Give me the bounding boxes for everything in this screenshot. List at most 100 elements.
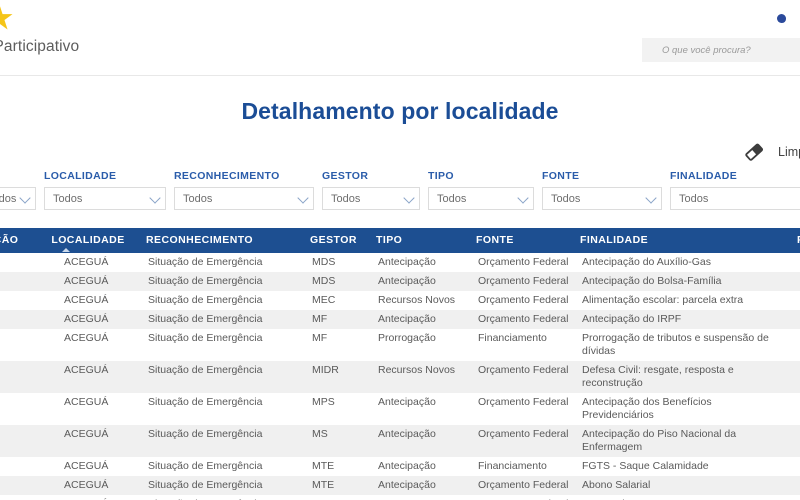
- cell-acao: [0, 495, 34, 500]
- filter-localidade: LOCALIDADE Todos: [44, 170, 174, 210]
- cell-pago: [788, 329, 800, 361]
- cell-fonte: Orçamento Federal: [478, 396, 569, 408]
- cell-tipo: Recursos Novos: [378, 364, 456, 376]
- cell-gestor: MPS: [312, 396, 335, 408]
- cell-pago: [788, 253, 800, 272]
- cell-reconhecimento: Situação de Emergência: [142, 495, 306, 500]
- chevron-down-icon: [403, 191, 415, 204]
- cell-gestor: MF: [312, 332, 328, 344]
- cell-pago: [788, 495, 800, 500]
- filter-label: FONTE: [542, 170, 580, 182]
- clear-filters-button[interactable]: Limpar filtros: [742, 140, 800, 164]
- cell-gestor: MIDR: [312, 364, 339, 376]
- cell-pago: [788, 361, 800, 393]
- filter-value: Todos: [551, 192, 581, 205]
- column-header-fonte[interactable]: FONTE: [472, 228, 576, 253]
- cell-tipo: Recursos Novos: [372, 495, 472, 500]
- filter-value: Todos: [0, 192, 17, 205]
- user-dot-icon[interactable]: [774, 12, 788, 26]
- filter-dropdown[interactable]: Todos: [670, 187, 800, 210]
- clear-filters-label: Limpar filtros: [778, 145, 800, 159]
- filter-label: GESTOR: [322, 170, 369, 182]
- table-row[interactable]: ACEGUÁ Situação de Emergência MDS Antecipaç…: [0, 272, 800, 291]
- cell-pago: [788, 457, 800, 476]
- table-row[interactable]: ACEGUÁ Situação de Emergência MTE Antecipaç…: [0, 476, 800, 495]
- page-root: ★ il Participativo Detalhamento por loca…: [0, 0, 800, 500]
- column-header-finalidade[interactable]: FINALIDADE: [576, 228, 788, 253]
- cell-finalidade: Antecipação do Auxílio-Gas: [582, 256, 711, 268]
- table-row[interactable]: ACEGUÁ Situação de Emergência MF Prorrogaçã…: [0, 329, 800, 361]
- cell-tipo: Antecipação: [378, 479, 436, 491]
- cell-tipo: Antecipação: [378, 275, 436, 287]
- filter-finalidade: FINALIDADE Todos: [670, 170, 800, 210]
- filter-value: Todos: [331, 192, 361, 205]
- cell-acao: [0, 253, 34, 272]
- cell-acao: [0, 457, 34, 476]
- cell-localidade: ACEGUÁ: [64, 332, 109, 344]
- table-body: ACEGUÁ Situação de Emergência MDS Antecipaç…: [0, 253, 800, 500]
- chevron-down-icon: [297, 191, 309, 204]
- column-header-label: RECONHECIMENTO: [146, 234, 254, 246]
- table-row[interactable]: ACEGUÁ Situação de Emergência MTE Antecipaç…: [0, 457, 800, 476]
- search-box[interactable]: [642, 38, 800, 62]
- cell-gestor: MTE: [312, 460, 335, 472]
- table-row[interactable]: ACEGUÁ Situação de Emergência MIDR Recursos…: [0, 361, 800, 393]
- filter-dropdown[interactable]: Todos: [542, 187, 662, 210]
- filter-dropdown[interactable]: Todos: [0, 187, 36, 210]
- cell-fonte: Orçamento Federal: [478, 275, 569, 287]
- cell-reconhecimento: Situação de Emergência: [148, 364, 263, 376]
- cell-finalidade: FGTS - Saque Calamidade: [582, 460, 709, 472]
- column-header-localidade[interactable]: LOCALIDADE: [34, 228, 142, 253]
- cell-fonte: Financiamento: [478, 460, 547, 472]
- cell-acao: [0, 476, 34, 495]
- filter-value: Todos: [53, 192, 83, 205]
- cell-localidade: ACEGUÁ: [34, 495, 142, 500]
- cell-reconhecimento: Situação de Emergência: [148, 332, 263, 344]
- table-row[interactable]: ACEGUÁ Situação de Emergência MDS Antecipaç…: [0, 253, 800, 272]
- column-header-label: ÇÃO: [0, 234, 19, 246]
- column-header-o[interactable]: ÇÃO: [0, 228, 34, 253]
- cell-reconhecimento: Situação de Emergência: [148, 396, 263, 408]
- cell-pago: [788, 272, 800, 291]
- column-header-reconhecimento[interactable]: RECONHECIMENTO: [142, 228, 306, 253]
- column-header-label: TIPO: [376, 234, 403, 246]
- column-header-label: FINALIDADE: [580, 234, 649, 246]
- cell-reconhecimento: Situação de Emergência: [148, 294, 263, 306]
- column-header-label: FONTE: [476, 234, 514, 246]
- cell-localidade: ACEGUÁ: [64, 364, 109, 376]
- cell-gestor: MDS: [312, 256, 336, 268]
- table-row[interactable]: ACEGUÁ Situação de Emergência MEC Recursos …: [0, 291, 800, 310]
- column-header-pagoco[interactable]: PAGO/CO: [788, 228, 800, 253]
- filter-dropdown[interactable]: Todos: [174, 187, 314, 210]
- column-header-tipo[interactable]: TIPO: [372, 228, 472, 253]
- filter-label: FINALIDADE: [670, 170, 738, 182]
- table-row[interactable]: ACEGUÁ Situação de Emergência MS Antecipaçã…: [0, 425, 800, 457]
- cell-localidade: ACEGUÁ: [64, 460, 109, 472]
- cell-gestor: MEC: [312, 294, 336, 306]
- user-dot-glyph: [776, 14, 786, 23]
- table-row[interactable]: ACEGUÁSituação de EmergênciaMTERecursos …: [0, 495, 800, 500]
- cell-pago: [788, 476, 800, 495]
- filter-dropdown[interactable]: Todos: [44, 187, 166, 210]
- filter-value: Todos: [679, 192, 709, 205]
- cell-localidade: ACEGUÁ: [64, 275, 109, 287]
- cell-reconhecimento: Situação de Emergência: [148, 479, 263, 491]
- cell-localidade: ACEGUÁ: [64, 428, 109, 440]
- cell-gestor: MDS: [312, 275, 336, 287]
- cell-localidade: ACEGUÁ: [64, 313, 109, 325]
- table-row[interactable]: ACEGUÁ Situação de Emergência MF Antecipaçã…: [0, 310, 800, 329]
- search-input[interactable]: [642, 38, 800, 62]
- cell-acao: [0, 272, 34, 291]
- filter-dropdown[interactable]: Todos: [428, 187, 534, 210]
- chevron-down-icon: [645, 191, 657, 204]
- column-header-gestor[interactable]: GESTOR: [306, 228, 372, 253]
- table-row[interactable]: ACEGUÁ Situação de Emergência MPS Antecipaç…: [0, 393, 800, 425]
- filter-o: ÃO Todos: [0, 170, 44, 210]
- filter-tipo: TIPO Todos: [428, 170, 542, 210]
- cell-reconhecimento: Situação de Emergência: [148, 428, 263, 440]
- cell-localidade: ACEGUÁ: [64, 396, 109, 408]
- cell-finalidade: Antecipação dos Benefícios Previdenciári…: [582, 396, 712, 421]
- cell-fonte: Orçamento Federal: [478, 428, 569, 440]
- filter-dropdown[interactable]: Todos: [322, 187, 420, 210]
- star-logo-icon[interactable]: ★: [0, 6, 20, 32]
